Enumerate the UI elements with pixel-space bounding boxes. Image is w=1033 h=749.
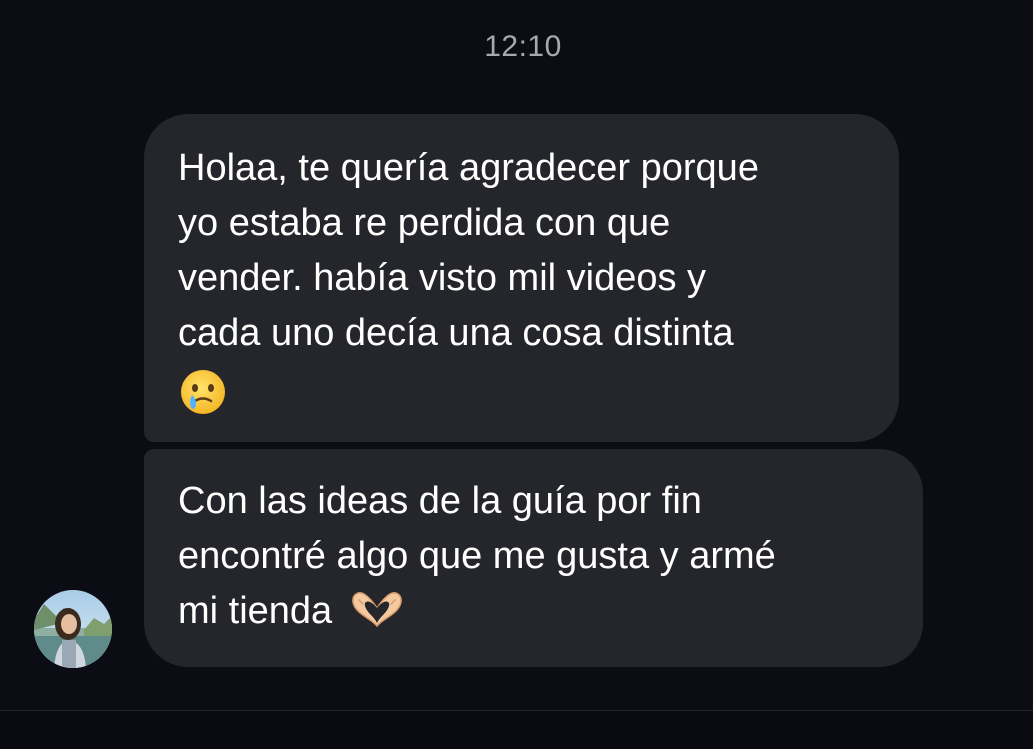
message-bubble[interactable]: Holaa, te quería agradecer porque yo est…: [144, 114, 899, 442]
message-timestamp: 12:10: [484, 30, 562, 63]
composer-area: [0, 711, 1033, 749]
avatar-image: [34, 590, 112, 668]
message-bubble[interactable]: Con las ideas de la guía por fin encontr…: [144, 449, 923, 667]
avatar[interactable]: [34, 590, 112, 668]
message-text: Con las ideas de la guía por fin encontr…: [178, 474, 889, 639]
heart-hands-icon: [351, 592, 402, 628]
chat-screen: 12:10 Holaa, te quería agradecer porque …: [0, 0, 1033, 749]
face-holding-back-tears-icon: [181, 369, 225, 414]
message-text: Holaa, te quería agradecer porque yo est…: [178, 147, 759, 354]
message-text-content: Con las ideas de la guía por fin encontr…: [178, 480, 776, 632]
